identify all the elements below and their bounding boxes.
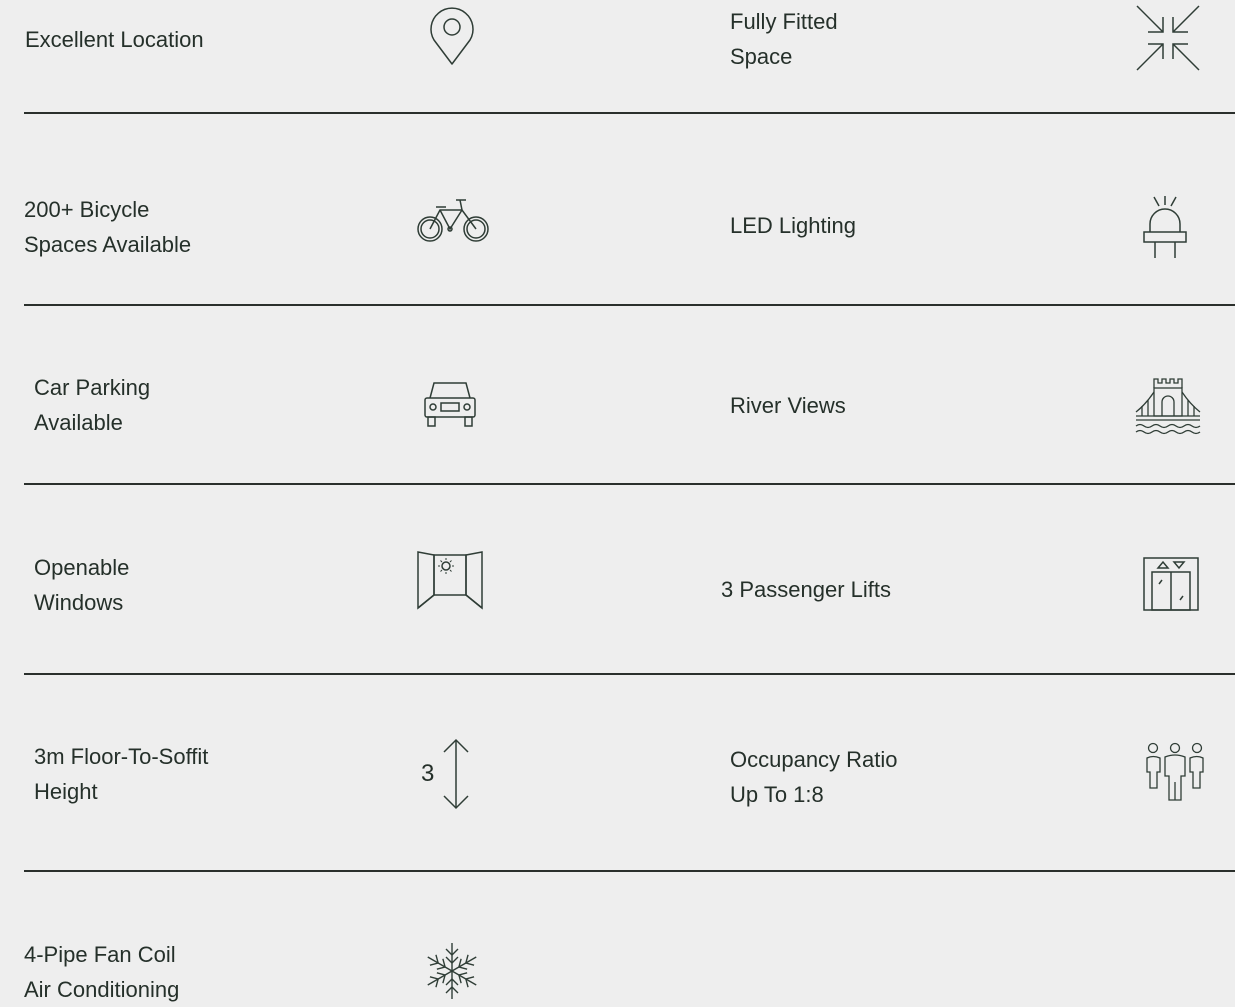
row-divider (24, 870, 1235, 872)
row-divider (24, 483, 1235, 485)
window-icon (416, 550, 484, 612)
feature-label-car-parking: Car Parking Available (34, 375, 151, 435)
row-divider (24, 673, 1235, 675)
height-icon-number: 3 (421, 760, 435, 787)
feature-label-occupancy: Occupancy Ratio Up To 1:8 (730, 747, 898, 807)
feature-label-river-views: River Views (730, 393, 846, 418)
row-divider (24, 304, 1235, 306)
feature-label-height: 3m Floor-To-Soffit Height (34, 744, 209, 804)
river-bridge-icon (1134, 376, 1202, 438)
feature-label-bicycle: 200+ Bicycle Spaces Available (24, 197, 192, 257)
lift-icon (1142, 556, 1200, 612)
feature-label-lifts: 3 Passenger Lifts (721, 577, 891, 602)
feature-label-windows: Openable Windows (34, 555, 130, 615)
led-bulb-icon (1140, 194, 1190, 262)
fitted-space-arrows-icon (1135, 4, 1201, 72)
feature-label-led: LED Lighting (730, 213, 856, 238)
people-icon (1144, 742, 1206, 804)
car-icon (422, 380, 478, 430)
height-arrows-icon (440, 738, 472, 810)
feature-label-air-conditioning: 4-Pipe Fan Coil Air Conditioning (24, 942, 180, 1002)
row-divider (24, 112, 1235, 114)
feature-label-fully-fitted: Fully Fitted Space (730, 9, 838, 69)
map-pin-icon (428, 6, 476, 68)
snowflake-icon (423, 940, 481, 1002)
bicycle-icon (416, 196, 494, 246)
feature-label-excellent-location: Excellent Location (25, 27, 204, 52)
